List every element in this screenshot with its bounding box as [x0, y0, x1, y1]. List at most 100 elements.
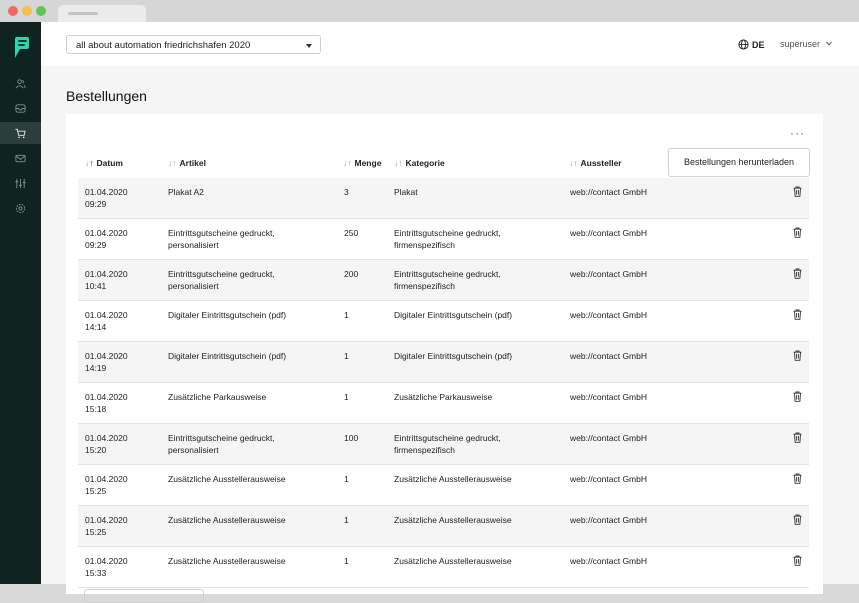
cart-icon: [15, 128, 26, 138]
download-orders-button[interactable]: Bestellungen herunterladen: [668, 148, 810, 177]
column-header-artikel[interactable]: ↓↑ Artikel: [168, 158, 206, 168]
trash-icon[interactable]: [793, 391, 802, 402]
cell-menge: 1: [344, 351, 349, 361]
table-row[interactable]: 01.04.2020 10:41 Eintrittsgutscheine gedru…: [78, 260, 809, 301]
cell-datum: 01.04.2020 15:25: [85, 515, 128, 537]
user-name: superuser: [780, 39, 821, 49]
cell-menge: 1: [344, 556, 349, 566]
sort-icon: ↓↑: [168, 158, 177, 168]
trash-icon[interactable]: [793, 473, 802, 484]
cell-kategorie: Plakat: [394, 187, 418, 197]
cell-menge: 1: [344, 474, 349, 484]
table-row[interactable]: 01.04.2020 15:25 Zusätzliche Ausstelleraus…: [78, 506, 809, 547]
cell-aussteller: web://contact GmbH: [570, 269, 648, 279]
cell-datum: 01.04.2020 15:33: [85, 556, 128, 578]
cell-datum: 01.04.2020 09:29: [85, 187, 128, 209]
cell-artikel: Eintrittsgutscheine gedruckt, personalisi…: [168, 228, 275, 250]
trash-icon[interactable]: [793, 514, 802, 525]
cell-artikel: Eintrittsgutscheine gedruckt, personalisi…: [168, 433, 275, 455]
trash-icon[interactable]: [793, 309, 802, 320]
cell-datum: 01.04.2020 15:20: [85, 433, 128, 455]
sidebar-item-users[interactable]: [0, 72, 41, 94]
cell-menge: 100: [344, 433, 359, 443]
sort-asc-icon: ↓↑: [85, 158, 94, 168]
cell-artikel: Eintrittsgutscheine gedruckt, personalisi…: [168, 269, 275, 291]
cell-datum: 01.04.2020 15:25: [85, 474, 128, 496]
table-row[interactable]: 01.04.2020 14:19 Digitaler Eintrittsgutsch…: [78, 342, 809, 383]
sidebar-item-settings[interactable]: [0, 197, 41, 219]
sidebar-item-mail[interactable]: [0, 147, 41, 169]
trash-icon[interactable]: [793, 350, 802, 361]
close-window-button[interactable]: [8, 6, 18, 16]
cell-kategorie: Digitaler Eintrittsgutschein (pdf): [394, 351, 513, 361]
cell-artikel: Zusätzliche Parkausweise: [168, 392, 267, 402]
cell-menge: 1: [344, 392, 349, 402]
mail-icon: [15, 154, 26, 162]
cell-artikel: Zusätzliche Ausstellerausweise: [168, 556, 286, 566]
user-menu[interactable]: superuser: [780, 39, 832, 49]
table-row[interactable]: 01.04.2020 09:29 Plakat A2 3 Plakat web://con…: [78, 178, 809, 219]
cell-aussteller: web://contact GmbH: [570, 515, 648, 525]
column-header-aussteller[interactable]: ↓↑ Aussteller: [569, 158, 622, 168]
main-content: all about automation friedrichshafen 202…: [41, 22, 859, 603]
trash-icon[interactable]: [793, 227, 802, 238]
column-header-kategorie[interactable]: ↓↑ Kategorie: [394, 158, 445, 168]
cell-kategorie: Eintrittsgutscheine gedruckt, firmenspezi…: [394, 269, 501, 291]
cell-kategorie: Eintrittsgutscheine gedruckt, firmenspezi…: [394, 228, 501, 250]
cell-artikel: Plakat A2: [168, 187, 204, 197]
cell-aussteller: web://contact GmbH: [570, 556, 648, 566]
cell-datum: 01.04.2020 10:41: [85, 269, 128, 291]
page-size-select[interactable]: [84, 589, 204, 603]
sidebar-item-orders[interactable]: [0, 122, 41, 144]
table-row[interactable]: 01.04.2020 15:20 Eintrittsgutscheine gedru…: [78, 424, 809, 465]
column-header-menge[interactable]: ↓↑ Menge: [343, 158, 381, 168]
trash-icon[interactable]: [793, 186, 802, 197]
cell-datum: 01.04.2020 09:29: [85, 228, 128, 250]
language-label: DE: [752, 39, 765, 50]
browser-tab[interactable]: [58, 5, 146, 22]
cell-datum: 01.04.2020 14:14: [85, 310, 128, 332]
sidebar: [0, 22, 41, 584]
trash-icon[interactable]: [793, 555, 802, 566]
top-bar: all about automation friedrichshafen 202…: [41, 22, 859, 66]
event-select[interactable]: all about automation friedrichshafen 202…: [66, 35, 321, 54]
minimize-window-button[interactable]: [22, 6, 32, 16]
tab-label: [68, 12, 98, 15]
page-title: Bestellungen: [66, 88, 147, 104]
cell-artikel: Zusätzliche Ausstellerausweise: [168, 474, 286, 484]
language-switcher[interactable]: DE: [738, 39, 765, 50]
chevron-down-icon: [306, 44, 312, 48]
orders-table-body: 01.04.2020 09:29 Plakat A2 3 Plakat web://con…: [78, 178, 809, 588]
cell-kategorie: Zusätzliche Ausstellerausweise: [394, 474, 512, 484]
inbox-icon: [15, 103, 26, 113]
trash-icon[interactable]: [793, 268, 802, 279]
table-row[interactable]: 01.04.2020 15:18 Zusätzliche Parkausweise 1…: [78, 383, 809, 424]
cell-menge: 200: [344, 269, 359, 279]
more-options-button[interactable]: ···: [790, 126, 805, 140]
table-row[interactable]: 01.04.2020 09:29 Eintrittsgutscheine gedru…: [78, 219, 809, 260]
table-row[interactable]: 01.04.2020 14:14 Digitaler Eintrittsgutsch…: [78, 301, 809, 342]
trash-icon[interactable]: [793, 432, 802, 443]
cell-menge: 3: [344, 187, 349, 197]
table-row[interactable]: 01.04.2020 15:25 Zusätzliche Ausstelleraus…: [78, 465, 809, 506]
orders-card: ··· Bestellungen herunterladen ↓↑ Datum ↓…: [66, 114, 823, 603]
chevron-down-icon: [825, 41, 832, 46]
cell-datum: 01.04.2020 14:19: [85, 351, 128, 373]
app-logo-icon[interactable]: [11, 36, 31, 60]
table-row[interactable]: 01.04.2020 15:33 Zusätzliche Ausstelleraus…: [78, 547, 809, 588]
users-icon: [15, 78, 26, 88]
cell-aussteller: web://contact GmbH: [570, 474, 648, 484]
event-select-value: all about automation friedrichshafen 202…: [76, 40, 251, 51]
sort-icon: ↓↑: [343, 158, 352, 168]
maximize-window-button[interactable]: [36, 6, 46, 16]
browser-chrome: [0, 0, 859, 22]
sidebar-item-inbox[interactable]: [0, 97, 41, 119]
cell-artikel: Digitaler Eintrittsgutschein (pdf): [168, 310, 287, 320]
sort-icon: ↓↑: [569, 158, 578, 168]
column-header-datum[interactable]: ↓↑ Datum: [85, 158, 123, 168]
cell-kategorie: Digitaler Eintrittsgutschein (pdf): [394, 310, 513, 320]
globe-icon: [738, 39, 749, 50]
cell-aussteller: web://contact GmbH: [570, 351, 648, 361]
cell-aussteller: web://contact GmbH: [570, 310, 648, 320]
sidebar-item-filters[interactable]: [0, 172, 41, 194]
